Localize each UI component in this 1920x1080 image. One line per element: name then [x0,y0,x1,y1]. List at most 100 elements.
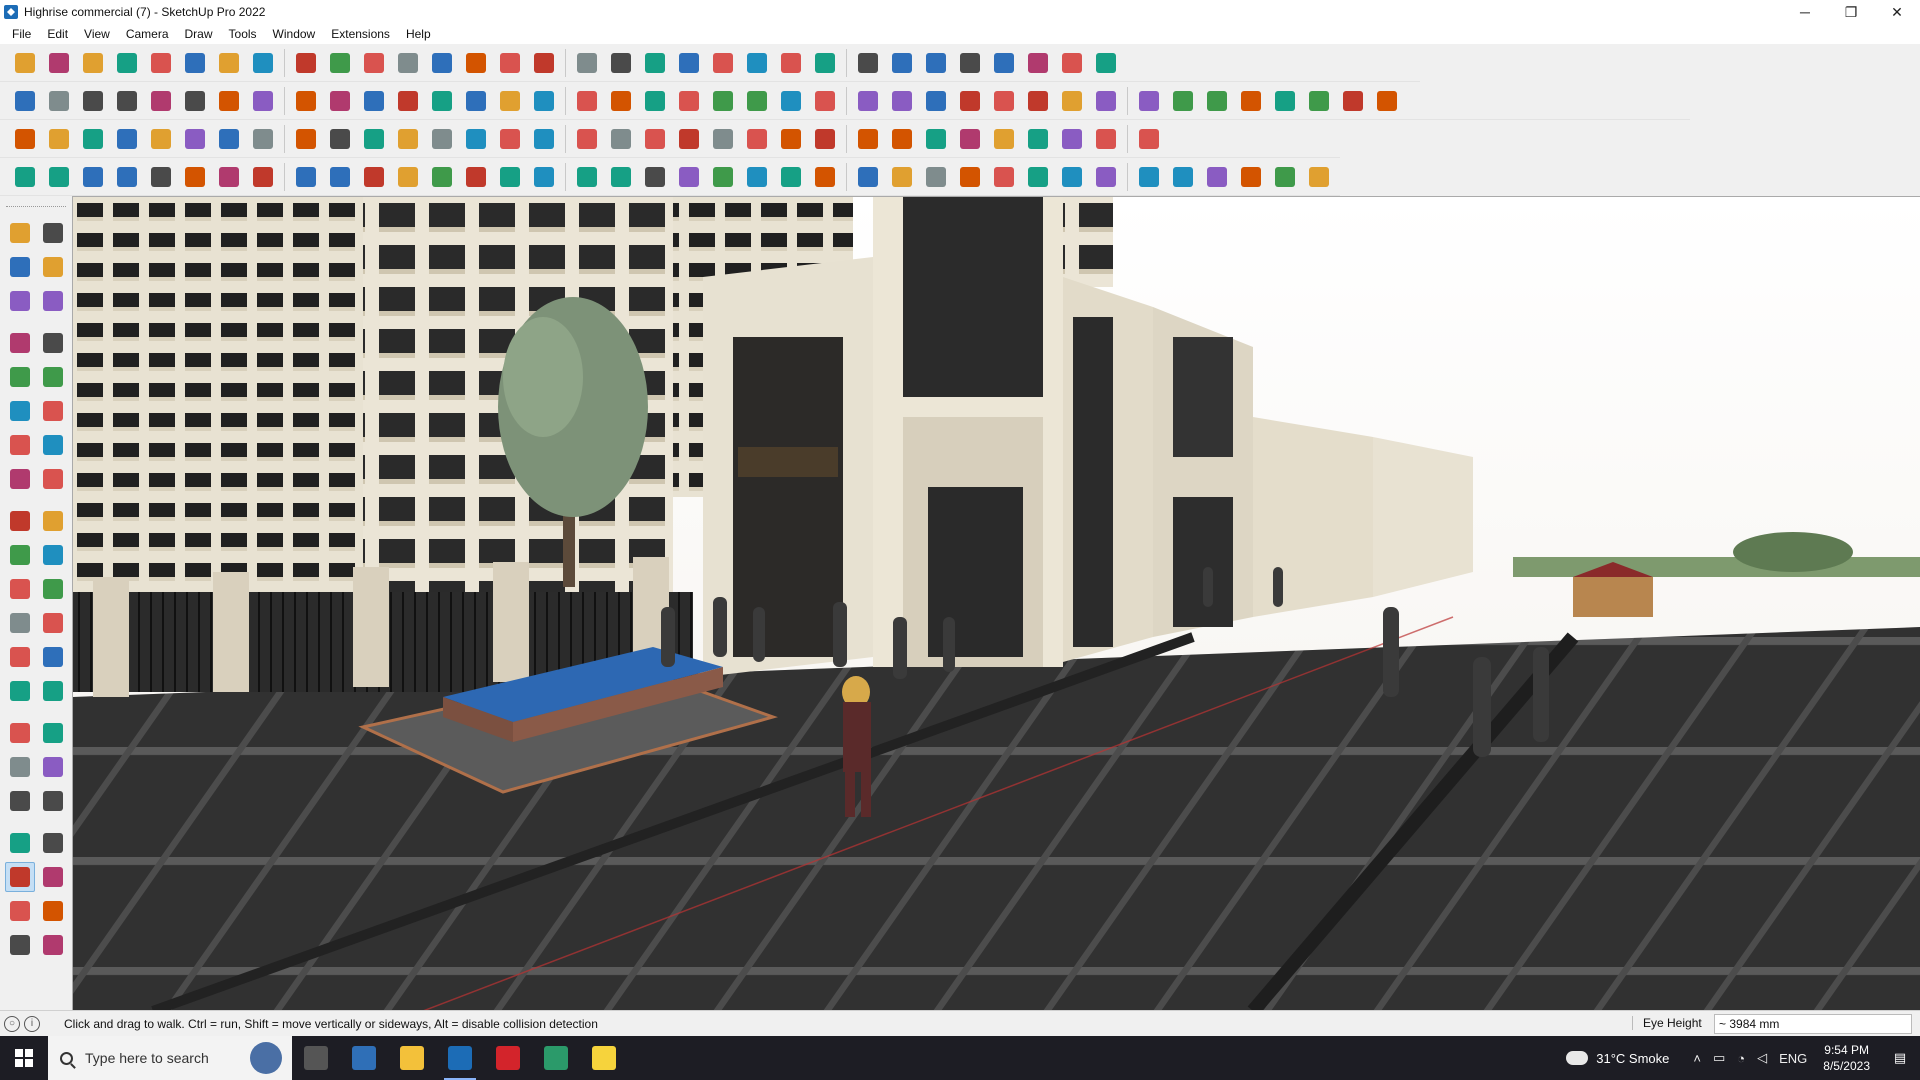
stairs-button[interactable] [1237,163,1265,191]
slant-button[interactable] [956,163,984,191]
menu-view[interactable]: View [76,27,118,41]
styles-button[interactable] [777,49,805,77]
eraser-button[interactable] [79,49,107,77]
column-button[interactable] [675,87,703,115]
taskbar-app-calculator[interactable] [340,1036,388,1080]
star-shape-button[interactable] [1203,163,1231,191]
lattice-button[interactable] [1135,125,1163,153]
array-button[interactable] [1271,87,1299,115]
extrude-button[interactable] [428,87,456,115]
pencil-button[interactable] [113,49,141,77]
solid-button[interactable] [79,87,107,115]
diamond-button[interactable] [1305,163,1333,191]
triangle-button[interactable] [462,125,490,153]
move-button[interactable] [5,506,35,536]
stack-button[interactable] [743,163,771,191]
layers-button[interactable] [709,49,737,77]
edge-button[interactable] [113,125,141,153]
measurements-input[interactable]: ~ 3984 mm [1714,1014,1912,1034]
offset-button[interactable] [38,574,68,604]
gear-button[interactable] [147,163,175,191]
panel-button[interactable] [990,125,1018,153]
star-button[interactable] [888,87,916,115]
component-rotate-button[interactable] [38,218,68,248]
position-camera-button[interactable] [5,828,35,858]
tape-measure-button[interactable] [394,49,422,77]
vertex-button[interactable] [147,125,175,153]
section-button[interactable] [675,49,703,77]
bars-button[interactable] [1135,163,1163,191]
wedge-button[interactable] [530,163,558,191]
ring-button[interactable] [1058,87,1086,115]
brush-button[interactable] [990,87,1018,115]
align-button[interactable] [922,49,950,77]
make-component-button[interactable] [5,286,35,316]
notification-icon[interactable]: ▤ [1880,1050,1920,1066]
select-button[interactable] [45,49,73,77]
rotated-rectangle-button[interactable] [38,362,68,392]
protractor-button[interactable] [5,642,35,672]
section-display-button[interactable] [5,896,35,926]
section-fill-button[interactable] [5,930,35,960]
render-button[interactable] [1373,87,1401,115]
scissors-button[interactable] [428,125,456,153]
orbit-button[interactable] [5,718,35,748]
pan-button[interactable] [38,718,68,748]
line-draw-button[interactable] [11,163,39,191]
scale-button[interactable] [360,49,388,77]
rotate-button[interactable] [326,49,354,77]
loft-button[interactable] [360,87,388,115]
menu-file[interactable]: File [4,27,39,41]
sandbox-button[interactable] [956,49,984,77]
paint-bucket-button[interactable] [5,252,35,282]
paste-button[interactable] [249,125,277,153]
grid-button[interactable] [1237,87,1265,115]
bezier-button[interactable] [607,125,635,153]
redo-button[interactable] [1058,49,1086,77]
arc-button[interactable] [573,125,601,153]
mesh-button[interactable] [1024,125,1052,153]
orbit-button[interactable] [496,49,524,77]
circle-button[interactable] [5,396,35,426]
zoom-extents-button[interactable] [607,49,635,77]
cube-button[interactable] [11,87,39,115]
magnet-button[interactable] [743,125,771,153]
menu-camera[interactable]: Camera [118,27,177,41]
section-toggle-button[interactable] [38,930,68,960]
fan-button[interactable] [709,163,737,191]
chamfer-button[interactable] [1135,87,1163,115]
arch-button[interactable] [607,87,635,115]
target-button[interactable] [675,125,703,153]
scale-button[interactable] [5,574,35,604]
info-icon[interactable]: i [24,1015,40,1032]
intersect-button[interactable] [181,87,209,115]
sphere-button[interactable] [249,163,277,191]
select-arrow-button[interactable] [5,218,35,248]
clock[interactable]: 9:54 PM 8/5/2023 [1823,1042,1870,1074]
knife-button[interactable] [956,87,984,115]
follow-me-button[interactable] [38,540,68,570]
taskbar-app-file-explorer[interactable] [388,1036,436,1080]
paint-button[interactable] [462,49,490,77]
grid-button[interactable] [777,125,805,153]
menu-extensions[interactable]: Extensions [323,27,398,41]
tree-button[interactable] [496,125,524,153]
node-button[interactable] [641,125,669,153]
wall-button[interactable] [573,87,601,115]
step-button[interactable] [394,163,422,191]
stamp-button[interactable] [922,163,950,191]
hatch2-button[interactable] [1092,163,1120,191]
sun-button[interactable] [1169,163,1197,191]
look-around-button[interactable] [38,828,68,858]
corner-button[interactable] [360,163,388,191]
polygon-button[interactable] [811,87,839,115]
taskbar-app-sticky-notes[interactable] [580,1036,628,1080]
house-button[interactable] [496,87,524,115]
seat-button[interactable] [1024,163,1052,191]
fence-button[interactable] [607,163,635,191]
battery-icon[interactable]: ▭ [1713,1050,1725,1066]
stair-button[interactable] [641,87,669,115]
chevron-up-icon[interactable]: ˄ [1693,1051,1701,1066]
face-button[interactable] [79,125,107,153]
torus-button[interactable] [292,163,320,191]
